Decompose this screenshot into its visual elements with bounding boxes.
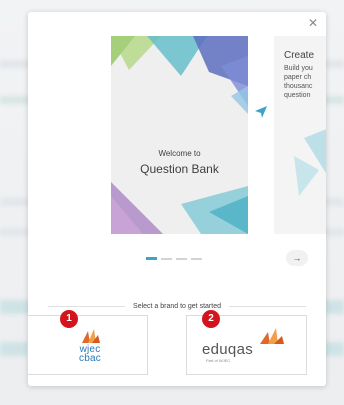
eduqas-logo-name: eduqas: [202, 341, 254, 358]
pagination-dot[interactable]: [161, 258, 172, 260]
carousel-next-button[interactable]: →: [286, 250, 308, 266]
slide-2-title: Create: [284, 50, 315, 61]
paper-plane-icon: [255, 106, 267, 118]
step-badge-1: 1: [60, 310, 78, 328]
wjec-logo-line2: cbac: [79, 353, 101, 364]
brand-prompt-row: Select a brand to get started: [48, 301, 307, 311]
wjec-cbac-logo: wjec cbac: [70, 329, 110, 367]
slide-subtitle: Welcome to: [158, 149, 201, 158]
slide-title: Question Bank: [140, 162, 219, 176]
carousel-pagination: [146, 256, 202, 262]
brand-card-wjec[interactable]: wjec cbac: [27, 315, 148, 375]
eduqas-logo-mark-icon: [260, 328, 284, 344]
slide-artwork: [111, 36, 248, 234]
eduqas-logo: eduqas Part of WJEC: [202, 328, 294, 368]
carousel-slide-welcome: Welcome to Question Bank: [111, 36, 248, 234]
wjec-logo-mark-icon: [82, 329, 100, 343]
divider: [48, 305, 126, 307]
pagination-dot[interactable]: [146, 257, 157, 260]
pagination-dot[interactable]: [191, 258, 202, 260]
divider: [228, 305, 307, 307]
slide-2-artwork: [294, 129, 326, 196]
pagination-dot[interactable]: [176, 258, 187, 260]
close-icon[interactable]: ✕: [306, 16, 320, 30]
carousel-slide-create: Create Build you paper ch thousanc quest…: [274, 36, 326, 234]
eduqas-logo-sub: Part of WJEC: [206, 358, 231, 363]
step-badge-2: 2: [202, 310, 220, 328]
slide-2-body: Build you paper ch thousanc question: [284, 65, 313, 99]
brand-prompt: Select a brand to get started: [133, 302, 221, 310]
